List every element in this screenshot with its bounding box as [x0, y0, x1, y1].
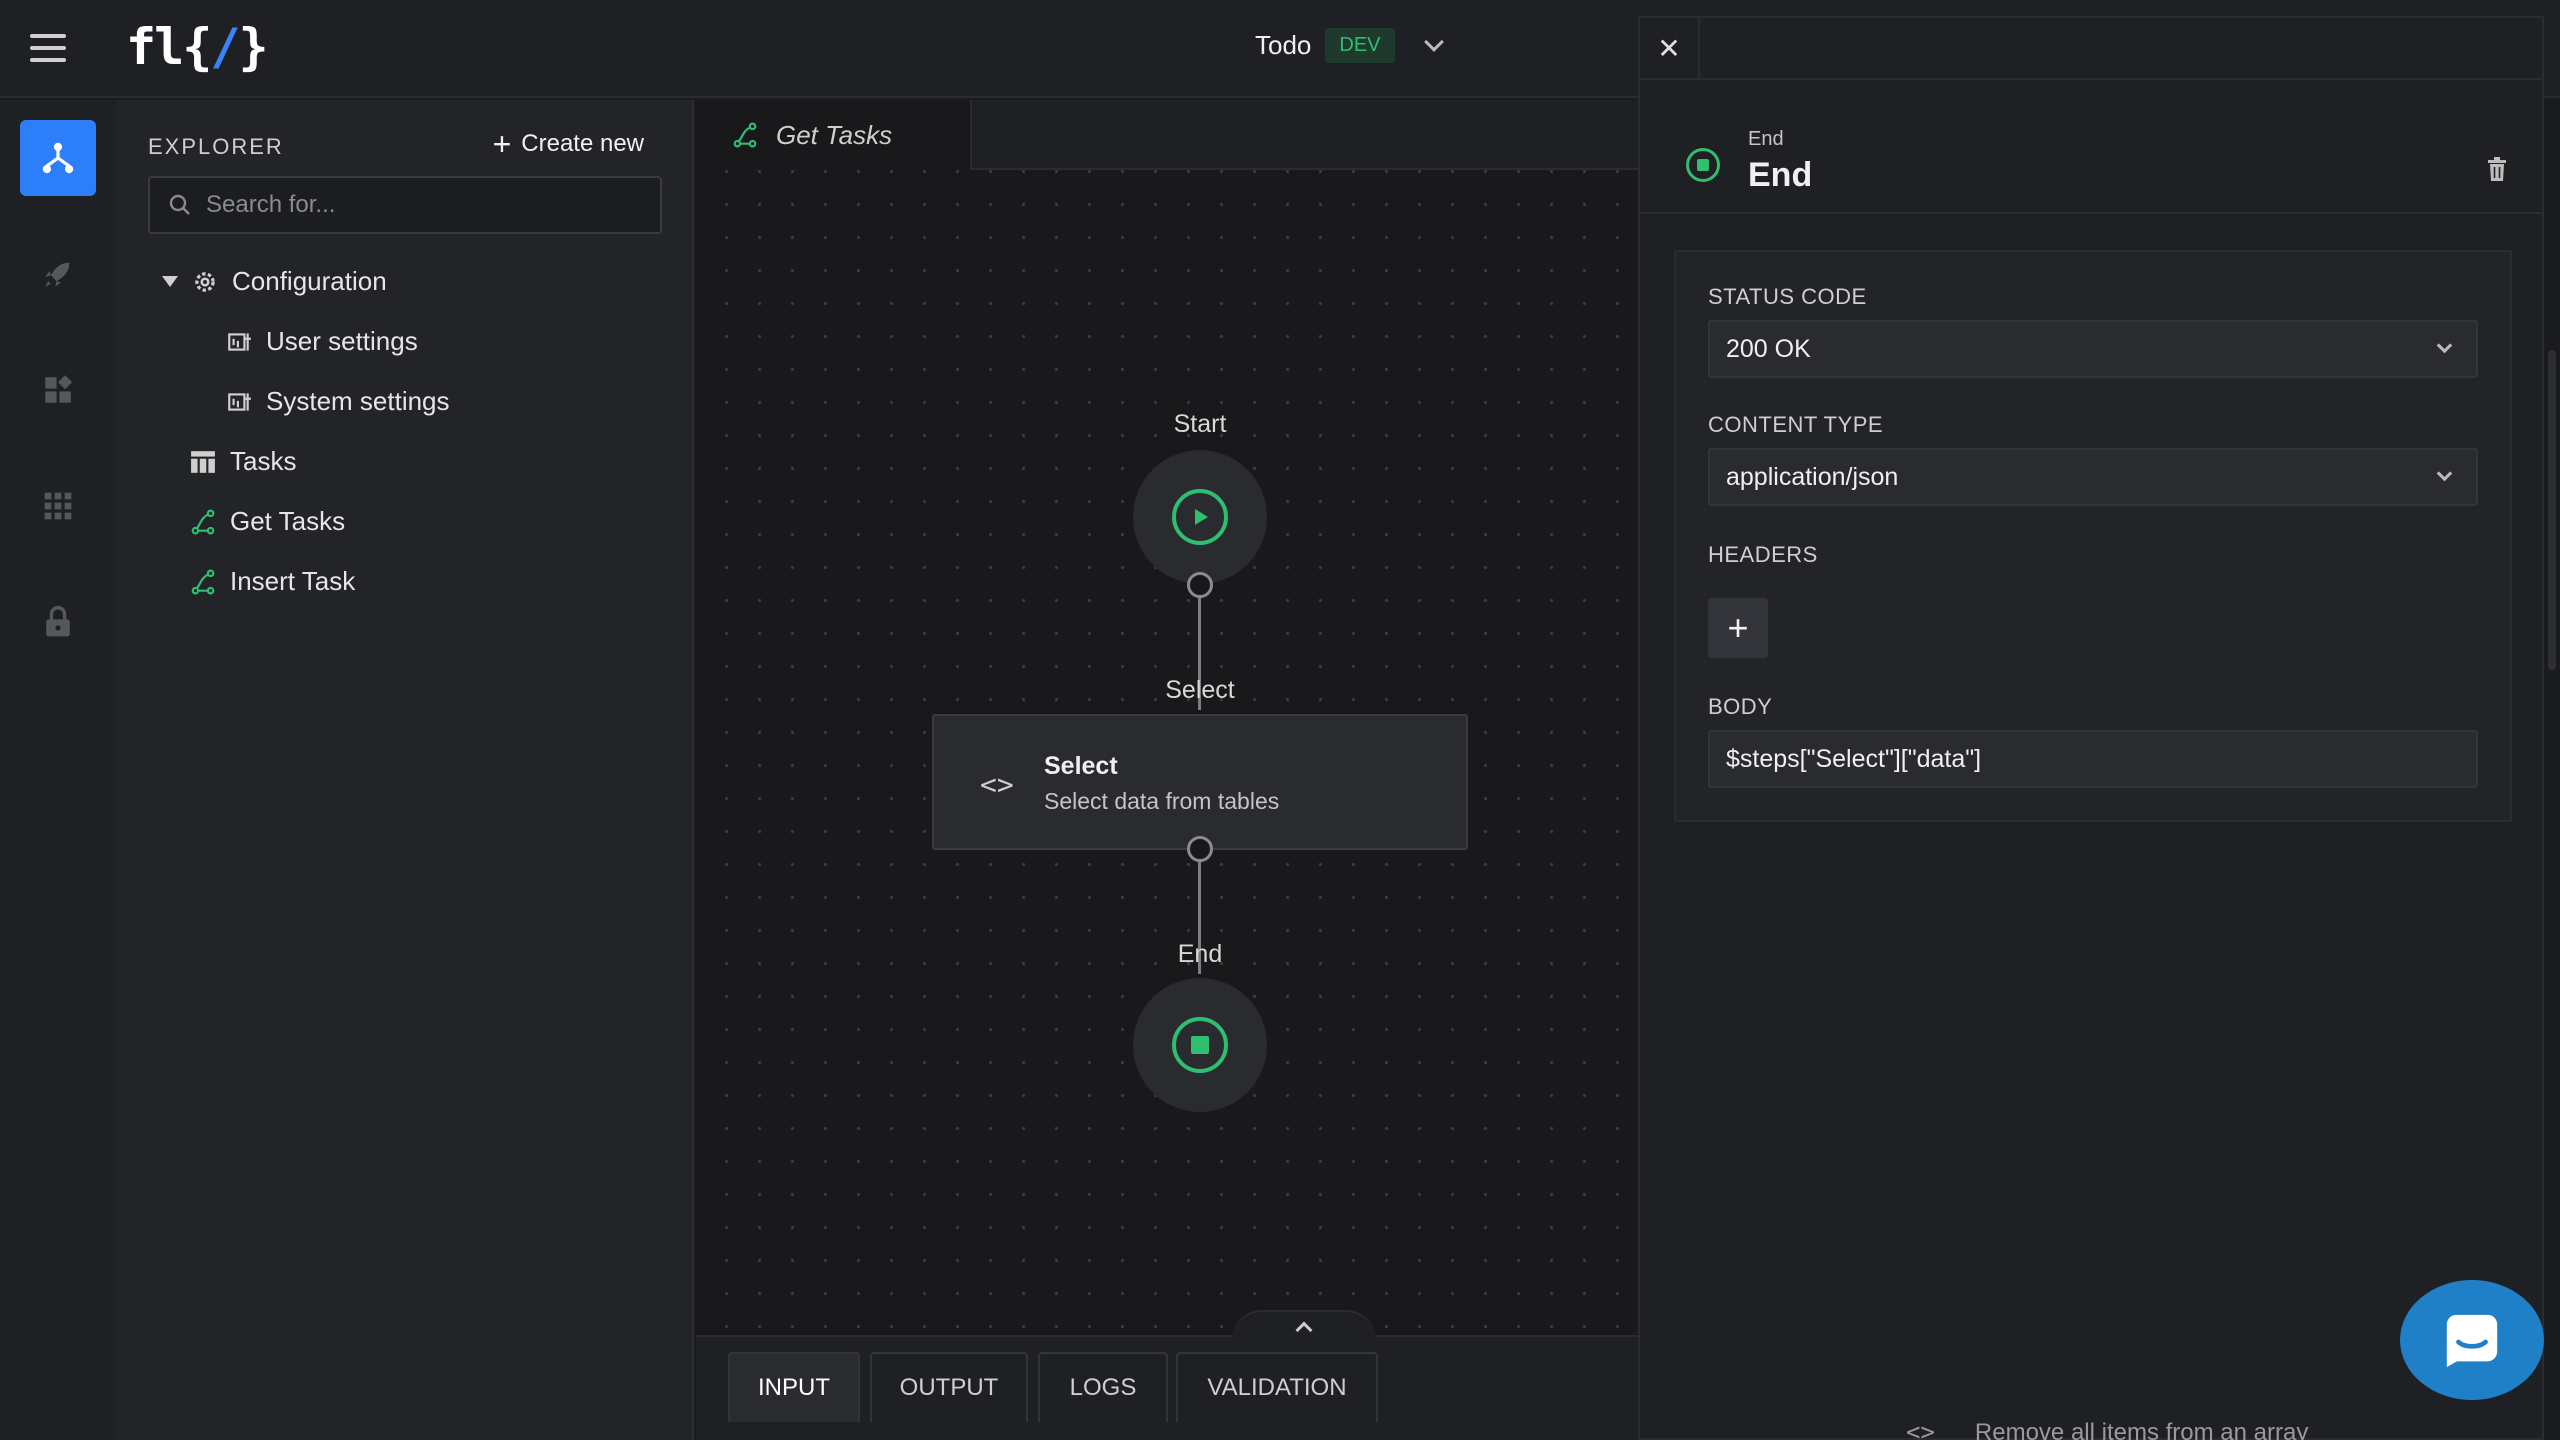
tab-get-tasks[interactable]: Get Tasks: [696, 100, 972, 170]
trash-icon[interactable]: [2486, 156, 2508, 182]
select-node-title: Select: [1044, 752, 1118, 780]
explorer-panel: EXPLORER + Create new Configuration User…: [116, 100, 694, 1440]
project-switcher[interactable]: Todo DEV: [1255, 28, 1444, 63]
gear-icon: [195, 271, 215, 292]
settings-panel-icon: [228, 392, 251, 411]
logo: fl{/}: [126, 18, 269, 76]
select-output-port[interactable]: [1187, 836, 1213, 862]
tree-item-user-settings[interactable]: User settings: [226, 326, 418, 357]
close-icon[interactable]: ✕: [1640, 18, 1700, 80]
tree-item-label: Get Tasks: [230, 506, 346, 536]
code-icon: <>: [980, 768, 1014, 801]
flow-icon: [733, 122, 757, 148]
status-code-label: STATUS CODE: [1708, 284, 1867, 309]
chevron-up-icon: [1295, 1321, 1313, 1339]
tab-label: Get Tasks: [776, 119, 893, 150]
plus-icon: +: [492, 126, 512, 162]
start-node[interactable]: [1133, 450, 1267, 584]
create-new-button[interactable]: + Create new: [492, 126, 644, 162]
chevron-down-icon: [2436, 337, 2453, 354]
tree-item-label: Tasks: [230, 446, 297, 476]
explorer-title: EXPLORER: [148, 134, 284, 159]
play-icon: [1172, 489, 1228, 545]
apps-grid-icon[interactable]: [20, 468, 96, 544]
stop-icon: [1686, 148, 1720, 182]
tab-validation[interactable]: VALIDATION: [1176, 1352, 1378, 1422]
nav-rail: [0, 100, 116, 1440]
menu-icon[interactable]: [30, 34, 66, 64]
chevron-down-icon: [2436, 465, 2453, 482]
node-kind: End: [1748, 128, 1784, 150]
chevron-down-icon[interactable]: [1423, 31, 1444, 52]
table-icon: [191, 450, 215, 473]
content-type-select[interactable]: application/json: [1708, 448, 2478, 506]
create-new-label: Create new: [521, 130, 644, 157]
select-node[interactable]: <> Select Select data from tables: [932, 714, 1468, 850]
flow-icon: [191, 569, 215, 594]
panel-header: End End: [1640, 80, 2542, 214]
flows-icon[interactable]: [20, 120, 96, 196]
tab-output[interactable]: OUTPUT: [870, 1352, 1028, 1422]
chat-icon: [2446, 1314, 2498, 1368]
content-type-value: application/json: [1726, 462, 1899, 491]
lock-icon[interactable]: [20, 584, 96, 660]
tree-item-label: Insert Task: [230, 566, 356, 596]
search-icon: [169, 194, 190, 215]
code-icon: <>: [1906, 1418, 1935, 1440]
search-box[interactable]: [148, 176, 662, 234]
select-node-label: Select: [1165, 676, 1235, 704]
body-label: BODY: [1708, 694, 1773, 719]
project-name: Todo: [1255, 30, 1312, 60]
status-code-value: 200 OK: [1726, 334, 1811, 363]
content-type-label: CONTENT TYPE: [1708, 412, 1884, 437]
editor-tab-bar: Get Tasks: [696, 100, 1638, 170]
tree-item-label: Configuration: [232, 266, 387, 296]
tab-logs[interactable]: LOGS: [1038, 1352, 1168, 1422]
properties-panel: ✕ End End STATUS CODE 200 OK CONTENT TYP…: [1638, 16, 2544, 1440]
tree-item-configuration[interactable]: Configuration: [162, 266, 387, 297]
settings-panel-icon: [228, 332, 251, 351]
peek-list-item: <> Remove all items from an array: [1906, 1418, 2546, 1440]
status-code-select[interactable]: 200 OK: [1708, 320, 2478, 378]
caret-down-icon[interactable]: [162, 275, 178, 288]
peek-text: Remove all items from an array: [1974, 1419, 2309, 1440]
tree-item-label: System settings: [266, 386, 450, 416]
stop-icon: [1172, 1017, 1228, 1073]
start-node-label: Start: [1173, 410, 1227, 438]
widgets-icon[interactable]: [20, 352, 96, 428]
body-input[interactable]: $steps["Select"]["data"]: [1708, 730, 2478, 788]
tab-input[interactable]: INPUT: [728, 1352, 860, 1422]
headers-label: HEADERS: [1708, 542, 1818, 567]
tree-item-label: User settings: [266, 326, 418, 356]
end-node[interactable]: [1133, 978, 1267, 1112]
end-node-label: End: [1177, 940, 1223, 968]
node-name: End: [1748, 156, 1813, 194]
tree-item-tasks[interactable]: Tasks: [190, 446, 296, 477]
select-node-subtitle: Select data from tables: [1044, 788, 1280, 814]
tree-item-get-tasks[interactable]: Get Tasks: [190, 506, 345, 537]
rocket-icon[interactable]: [20, 236, 96, 312]
search-input[interactable]: [206, 191, 646, 219]
end-form: STATUS CODE 200 OK CONTENT TYPE applicat…: [1674, 250, 2512, 822]
tree-item-system-settings[interactable]: System settings: [226, 386, 450, 417]
start-output-port[interactable]: [1187, 572, 1213, 598]
flow-icon: [191, 509, 215, 534]
collapse-toggle[interactable]: [1232, 1310, 1376, 1340]
chat-button[interactable]: [2400, 1280, 2544, 1400]
scrollbar[interactable]: [2548, 350, 2556, 670]
tree-item-insert-task[interactable]: Insert Task: [190, 566, 355, 597]
env-badge: DEV: [1325, 28, 1395, 63]
add-header-button[interactable]: +: [1708, 598, 1768, 658]
